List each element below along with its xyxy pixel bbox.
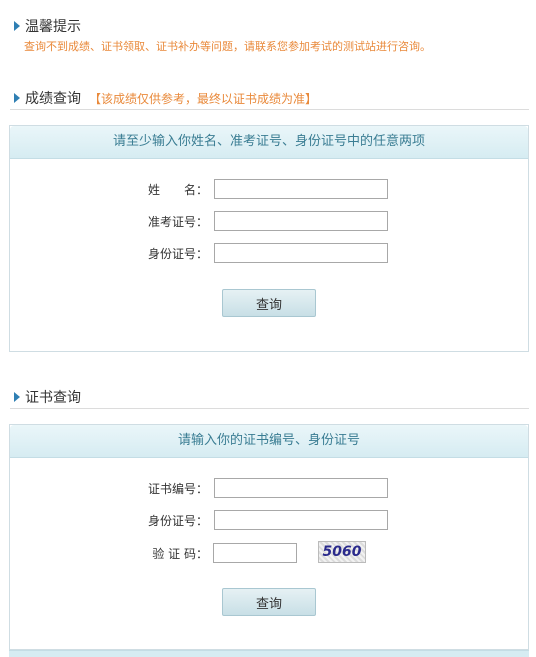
cert-query-title-text: 证书查询: [25, 390, 81, 406]
notice-title: 温馨提示: [14, 16, 81, 36]
ticket-label: 准考证号：: [147, 215, 208, 229]
name-input[interactable]: [214, 179, 388, 199]
score-query-title-text: 成绩查询: [25, 91, 81, 107]
divider: [10, 408, 529, 409]
triangle-bullet-icon: [14, 21, 20, 31]
name-label: 姓 名：: [147, 183, 208, 197]
captcha-label: 验 证 码：: [152, 547, 208, 561]
cert-number-label: 证书编号：: [147, 482, 208, 496]
id-row: 身份证号：: [10, 243, 528, 263]
id-number-input[interactable]: [214, 243, 388, 263]
captcha-input[interactable]: [213, 543, 297, 563]
score-query-tip: 【该成绩仅供参考，最终以证书成绩为准】: [89, 91, 318, 106]
name-row: 姓 名：: [10, 179, 528, 199]
cert-query-button[interactable]: 查询: [222, 588, 316, 616]
captcha-row: 验 证 码： 5060: [10, 541, 528, 563]
cert-query-panel-title: 请输入你的证书编号、身份证号: [10, 425, 528, 458]
score-query-button[interactable]: 查询: [222, 289, 316, 317]
triangle-bullet-icon: [14, 392, 20, 402]
id-label: 身份证号：: [147, 247, 208, 261]
cert-query-title: 证书查询: [14, 387, 81, 407]
cert-id-number-input[interactable]: [214, 510, 388, 530]
triangle-bullet-icon: [14, 93, 20, 103]
notice-text: 查询不到成绩、证书领取、证书补办等问题，请联系您参加考试的测试站进行咨询。: [24, 40, 431, 53]
cert-id-row: 身份证号：: [10, 510, 528, 530]
divider: [10, 109, 529, 110]
captcha-image[interactable]: 5060: [318, 541, 366, 563]
score-query-panel: 请至少输入你姓名、准考证号、身份证号中的任意两项 姓 名： 准考证号： 身份证号…: [9, 125, 529, 352]
cert-number-row: 证书编号：: [10, 478, 528, 498]
notice-title-text: 温馨提示: [25, 19, 81, 35]
score-query-panel-title: 请至少输入你姓名、准考证号、身份证号中的任意两项: [10, 126, 528, 159]
cert-number-input[interactable]: [214, 478, 388, 498]
cert-query-panel: 请输入你的证书编号、身份证号 证书编号： 身份证号： 验 证 码： 5060 查…: [9, 424, 529, 650]
cert-id-label: 身份证号：: [147, 514, 208, 528]
score-query-title: 成绩查询 【该成绩仅供参考，最终以证书成绩为准】: [14, 88, 317, 108]
ticket-number-input[interactable]: [214, 211, 388, 231]
ticket-row: 准考证号：: [10, 211, 528, 231]
next-panel-edge: [9, 650, 529, 657]
